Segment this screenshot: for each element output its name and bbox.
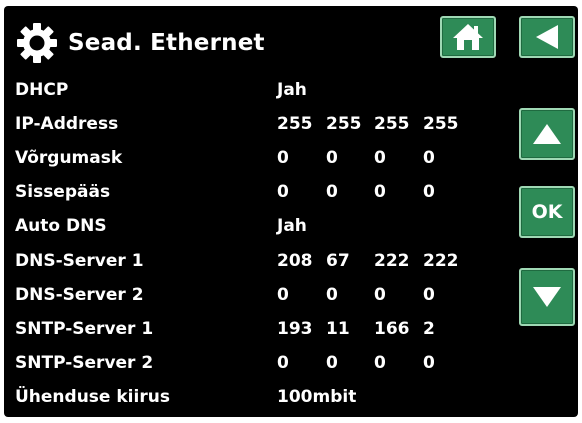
setting-value-octet-4: 0 (423, 285, 435, 305)
back-arrow-icon (536, 25, 558, 49)
setting-value-octet-2: 0 (326, 148, 338, 168)
setting-value-octet-1: 0 (277, 182, 289, 202)
back-button[interactable] (519, 16, 575, 58)
setting-value: Jah (277, 216, 307, 236)
setting-value-octet-2: 255 (326, 114, 362, 134)
setting-row-sntp-server-1[interactable]: SNTP-Server 1 193 11 166 2 (15, 314, 495, 344)
setting-value-octet-1: 193 (277, 319, 313, 339)
setting-value-octet-3: 166 (374, 319, 410, 339)
setting-value-octet-2: 0 (326, 182, 338, 202)
setting-value-octet-4: 255 (423, 114, 459, 134)
setting-label: Auto DNS (15, 216, 107, 236)
setting-row-dns-server-2[interactable]: DNS-Server 2 0 0 0 0 (15, 280, 495, 310)
setting-row-gateway[interactable]: Sissepääs 0 0 0 0 (15, 177, 495, 207)
up-arrow-icon (533, 124, 561, 144)
setting-row-dhcp[interactable]: DHCP Jah (15, 75, 495, 105)
setting-label: DHCP (15, 80, 69, 100)
setting-label: DNS-Server 2 (15, 285, 144, 305)
setting-label: Võrgumask (15, 148, 123, 168)
setting-row-auto-dns[interactable]: Auto DNS Jah (15, 211, 495, 241)
setting-label: SNTP-Server 2 (15, 353, 154, 373)
setting-value-octet-3: 0 (374, 148, 386, 168)
setting-value: 100mbit (277, 387, 357, 407)
setting-label: SNTP-Server 1 (15, 319, 154, 339)
gear-icon (17, 23, 57, 63)
setting-value-octet-4: 0 (423, 182, 435, 202)
setting-value-octet-3: 0 (374, 182, 386, 202)
setting-value-octet-3: 0 (374, 285, 386, 305)
setting-value-octet-2: 11 (326, 319, 350, 339)
down-arrow-icon (533, 287, 561, 307)
setting-row-link-speed[interactable]: Ühenduse kiirus 100mbit (15, 382, 495, 412)
setting-value: Jah (277, 80, 307, 100)
setting-value-octet-4: 222 (423, 251, 459, 271)
setting-label: IP-Address (15, 114, 119, 134)
display-screen: Sead. Ethernet OK DHCP Jah IP-Address 25… (4, 6, 578, 417)
setting-value-octet-2: 0 (326, 353, 338, 373)
setting-value-octet-4: 2 (423, 319, 435, 339)
setting-value-octet-1: 255 (277, 114, 313, 134)
setting-row-dns-server-1[interactable]: DNS-Server 1 208 67 222 222 (15, 246, 495, 276)
ok-label: OK (531, 201, 563, 223)
setting-value-octet-1: 0 (277, 148, 289, 168)
setting-row-netmask[interactable]: Võrgumask 0 0 0 0 (15, 143, 495, 173)
setting-value-octet-1: 0 (277, 285, 289, 305)
setting-value-octet-4: 0 (423, 148, 435, 168)
setting-label: Sissepääs (15, 182, 111, 202)
setting-row-ip-address[interactable]: IP-Address 255 255 255 255 (15, 109, 495, 139)
setting-value-octet-4: 0 (423, 353, 435, 373)
setting-value-octet-2: 67 (326, 251, 350, 271)
scroll-down-button[interactable] (519, 268, 575, 326)
home-button[interactable] (440, 16, 496, 58)
setting-value-octet-1: 0 (277, 353, 289, 373)
page-title: Sead. Ethernet (68, 30, 265, 56)
home-icon (453, 24, 483, 50)
ok-button[interactable]: OK (519, 186, 575, 238)
scroll-up-button[interactable] (519, 108, 575, 160)
setting-row-sntp-server-2[interactable]: SNTP-Server 2 0 0 0 0 (15, 348, 495, 378)
setting-label: DNS-Server 1 (15, 251, 144, 271)
setting-value-octet-3: 0 (374, 353, 386, 373)
setting-value-octet-3: 255 (374, 114, 410, 134)
setting-value-octet-2: 0 (326, 285, 338, 305)
setting-value-octet-3: 222 (374, 251, 410, 271)
setting-label: Ühenduse kiirus (15, 387, 170, 407)
setting-value-octet-1: 208 (277, 251, 313, 271)
